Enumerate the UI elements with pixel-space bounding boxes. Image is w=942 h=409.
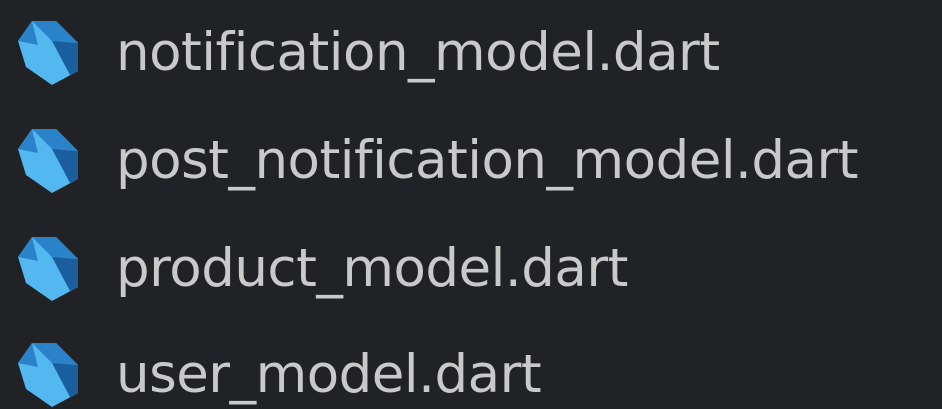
file-explorer-list: notification_model.dart post_notificatio… (0, 0, 942, 409)
dart-icon (12, 231, 86, 305)
file-item-notification-model[interactable]: notification_model.dart (0, 0, 942, 104)
file-name: notification_model.dart (116, 21, 720, 83)
file-item-product-model[interactable]: product_model.dart (0, 216, 942, 320)
dart-icon (12, 123, 86, 197)
file-item-post-notification-model[interactable]: post_notification_model.dart (0, 108, 942, 212)
dart-icon (12, 337, 86, 409)
file-name: product_model.dart (116, 237, 628, 299)
dart-icon (12, 15, 86, 89)
file-item-user-model[interactable]: user_model.dart (0, 322, 942, 409)
file-name: post_notification_model.dart (116, 129, 859, 191)
file-name: user_model.dart (116, 343, 542, 405)
